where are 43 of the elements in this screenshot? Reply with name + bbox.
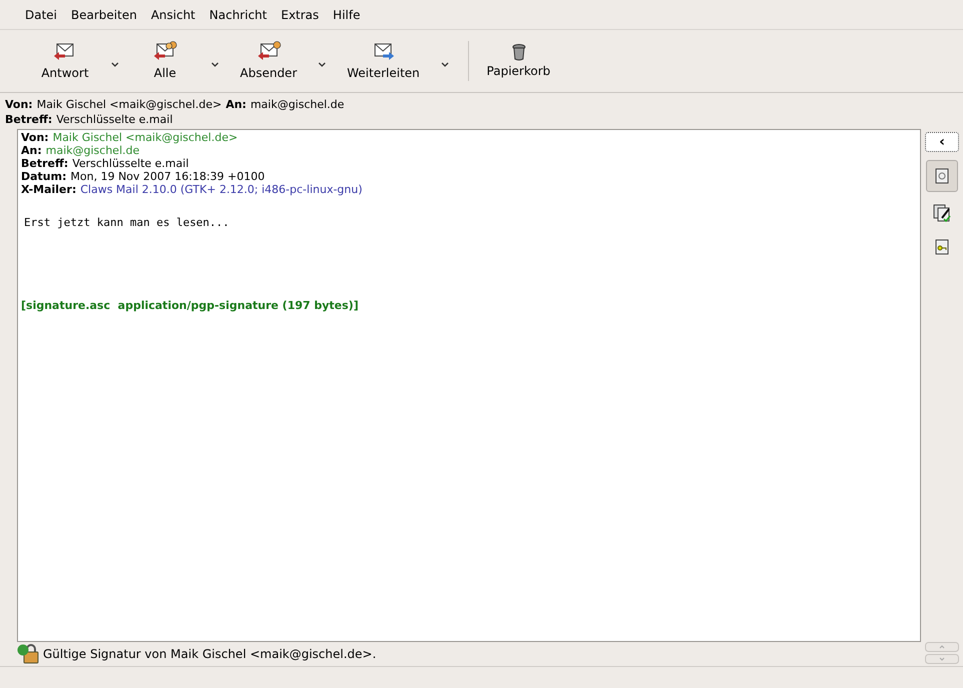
menu-item[interactable]: Ansicht [150,6,196,24]
signature-lock-icon [17,644,39,664]
signed-document-icon [933,204,951,222]
header-label: Betreff: [21,157,68,170]
header-value: maik@gischel.de [250,97,344,112]
trash-icon [512,42,526,60]
menu-item[interactable]: Extras [280,6,319,24]
signature-status: Gültige Signatur von Maik Gischel <maik@gischel.de>. [43,646,376,663]
mime-part-button[interactable] [926,160,958,192]
at-document-icon [935,168,949,184]
attachment-line: [signature.asc application/pgp-signature (197 bytes)] [21,299,360,312]
header-label: An: [21,144,42,157]
menu-item[interactable]: Datei [25,6,58,24]
header-value: Maik Gischel <maik@gischel.de> [52,131,238,144]
toolbar-button[interactable]: Absender [230,40,307,82]
menu-item[interactable]: Nachricht [209,6,267,24]
header-value: Verschlüsselte e.mail [72,157,189,170]
header-label: An: [226,97,246,112]
envelope-reply-icon [152,40,178,62]
dropdown-caret-icon[interactable] [440,61,450,69]
header-label: Von: [5,97,33,112]
toolbar-button[interactable]: Alle [130,40,200,82]
toolbar-button[interactable]: Weiterleiten [337,40,430,82]
header-value: Maik Gischel <maik@gischel.de> [36,97,222,112]
header-label: Datum: [21,170,67,183]
dropdown-caret-icon[interactable] [110,61,120,69]
header-value: maik@gischel.de [46,144,140,157]
toolbar-button[interactable]: Papierkorb [476,42,560,80]
toggle-button[interactable]: ‹ [925,132,959,152]
dropdown-caret-icon[interactable] [317,61,327,69]
toolbar-button[interactable]: Antwort [30,40,100,82]
menu-item[interactable]: Hilfe [332,6,360,24]
header-value: Mon, 19 Nov 2007 16:18:39 +0100 [70,170,265,183]
header-label: Von: [21,131,49,144]
envelope-reply-icon [256,40,282,62]
header-value: Claws Mail 2.10.0 (GTK+ 2.12.0; i486-pc-linux-gnu) [80,183,362,196]
menu-item[interactable]: Bearbeiten [71,6,137,24]
message-text: Erst jetzt kann man es lesen... [24,216,230,229]
header-label: Betreff: [5,112,52,127]
header-value: Verschlüsselte e.mail [56,112,173,127]
key-document-icon [935,239,949,255]
header-label: X-Mailer: [21,183,76,196]
dropdown-caret-icon[interactable] [210,61,220,69]
